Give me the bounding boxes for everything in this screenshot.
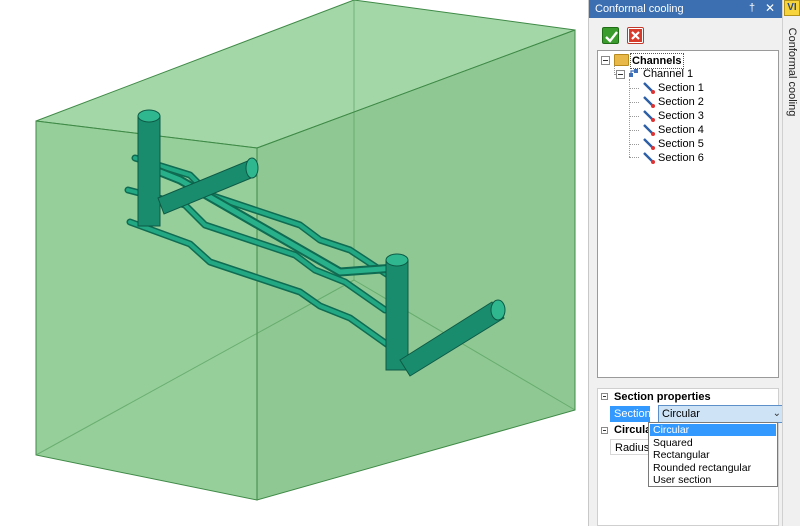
inlet-pipe-cap (137, 109, 161, 123)
outlet-pipe-vertical (385, 259, 409, 371)
tree-connector (629, 102, 639, 103)
section-pipe-icon (643, 96, 655, 108)
close-icon[interactable]: ✕ (765, 1, 775, 15)
channel-tree[interactable]: Channels Channel 1 Section 1 Section 2 S… (597, 50, 779, 378)
3d-viewport[interactable] (0, 0, 588, 526)
section-label: Section 3 (658, 110, 704, 122)
section-pipe-icon (643, 82, 655, 94)
tree-connector (629, 157, 639, 158)
section-label: Section 5 (658, 138, 704, 150)
collapse-icon[interactable] (601, 427, 608, 434)
section-label: Section 2 (658, 96, 704, 108)
collapse-icon[interactable] (601, 393, 608, 400)
channel-expander[interactable] (616, 70, 625, 79)
tree-connector (629, 88, 639, 89)
tree-connector (629, 144, 639, 145)
section-pipe-icon (643, 138, 655, 150)
tree-connector (629, 130, 639, 131)
panel-titlebar: Conformal cooling † ✕ (589, 0, 783, 18)
chevron-down-icon: ⌄ (772, 408, 781, 419)
section-label: Section 4 (658, 124, 704, 136)
category-section-properties: Section properties (614, 391, 711, 403)
cancel-button[interactable] (627, 27, 644, 44)
section-pipe-icon (643, 110, 655, 122)
tree-connector (629, 79, 630, 157)
panel-title: Conformal cooling (595, 3, 684, 15)
vi-badge-icon[interactable]: VI (784, 0, 800, 16)
option-squared[interactable]: Squared (650, 437, 776, 449)
section-label: Section 1 (658, 82, 704, 94)
side-tab-label: Conformal cooling (786, 27, 798, 117)
tree-node-channel-1[interactable]: Channel 1 (643, 67, 693, 81)
red-x-icon (629, 29, 642, 42)
section-type-dropdown[interactable]: Circular Squared Rectangular Rounded rec… (648, 422, 778, 487)
root-expander[interactable] (601, 56, 610, 65)
checkmark-icon (605, 31, 618, 43)
side-tab-conformal-cooling[interactable]: Conformal cooling (785, 22, 799, 122)
pin-icon[interactable]: † (749, 2, 755, 14)
folder-icon (614, 54, 629, 66)
section-property-label: Section (610, 406, 651, 422)
section-label: Section 6 (658, 152, 704, 164)
section-type-value: Circular (662, 408, 700, 420)
section-type-select[interactable]: Circular ⌄ (658, 405, 786, 423)
option-rounded-rectangular[interactable]: Rounded rectangular (650, 462, 776, 474)
side-tab-strip: VI Conformal cooling (782, 0, 800, 526)
accept-button[interactable] (602, 27, 619, 44)
option-rectangular[interactable]: Rectangular (650, 449, 776, 461)
option-user-section[interactable]: User section (650, 474, 776, 486)
option-circular[interactable]: Circular (650, 424, 776, 436)
section-pipe-icon (643, 124, 655, 136)
tree-connector (629, 116, 639, 117)
section-pipe-icon (643, 152, 655, 164)
inlet-pipe-vertical (137, 115, 161, 227)
channel-icon (629, 69, 638, 77)
radius-property-label: Radius (610, 439, 650, 455)
mold-scene (35, 0, 576, 501)
